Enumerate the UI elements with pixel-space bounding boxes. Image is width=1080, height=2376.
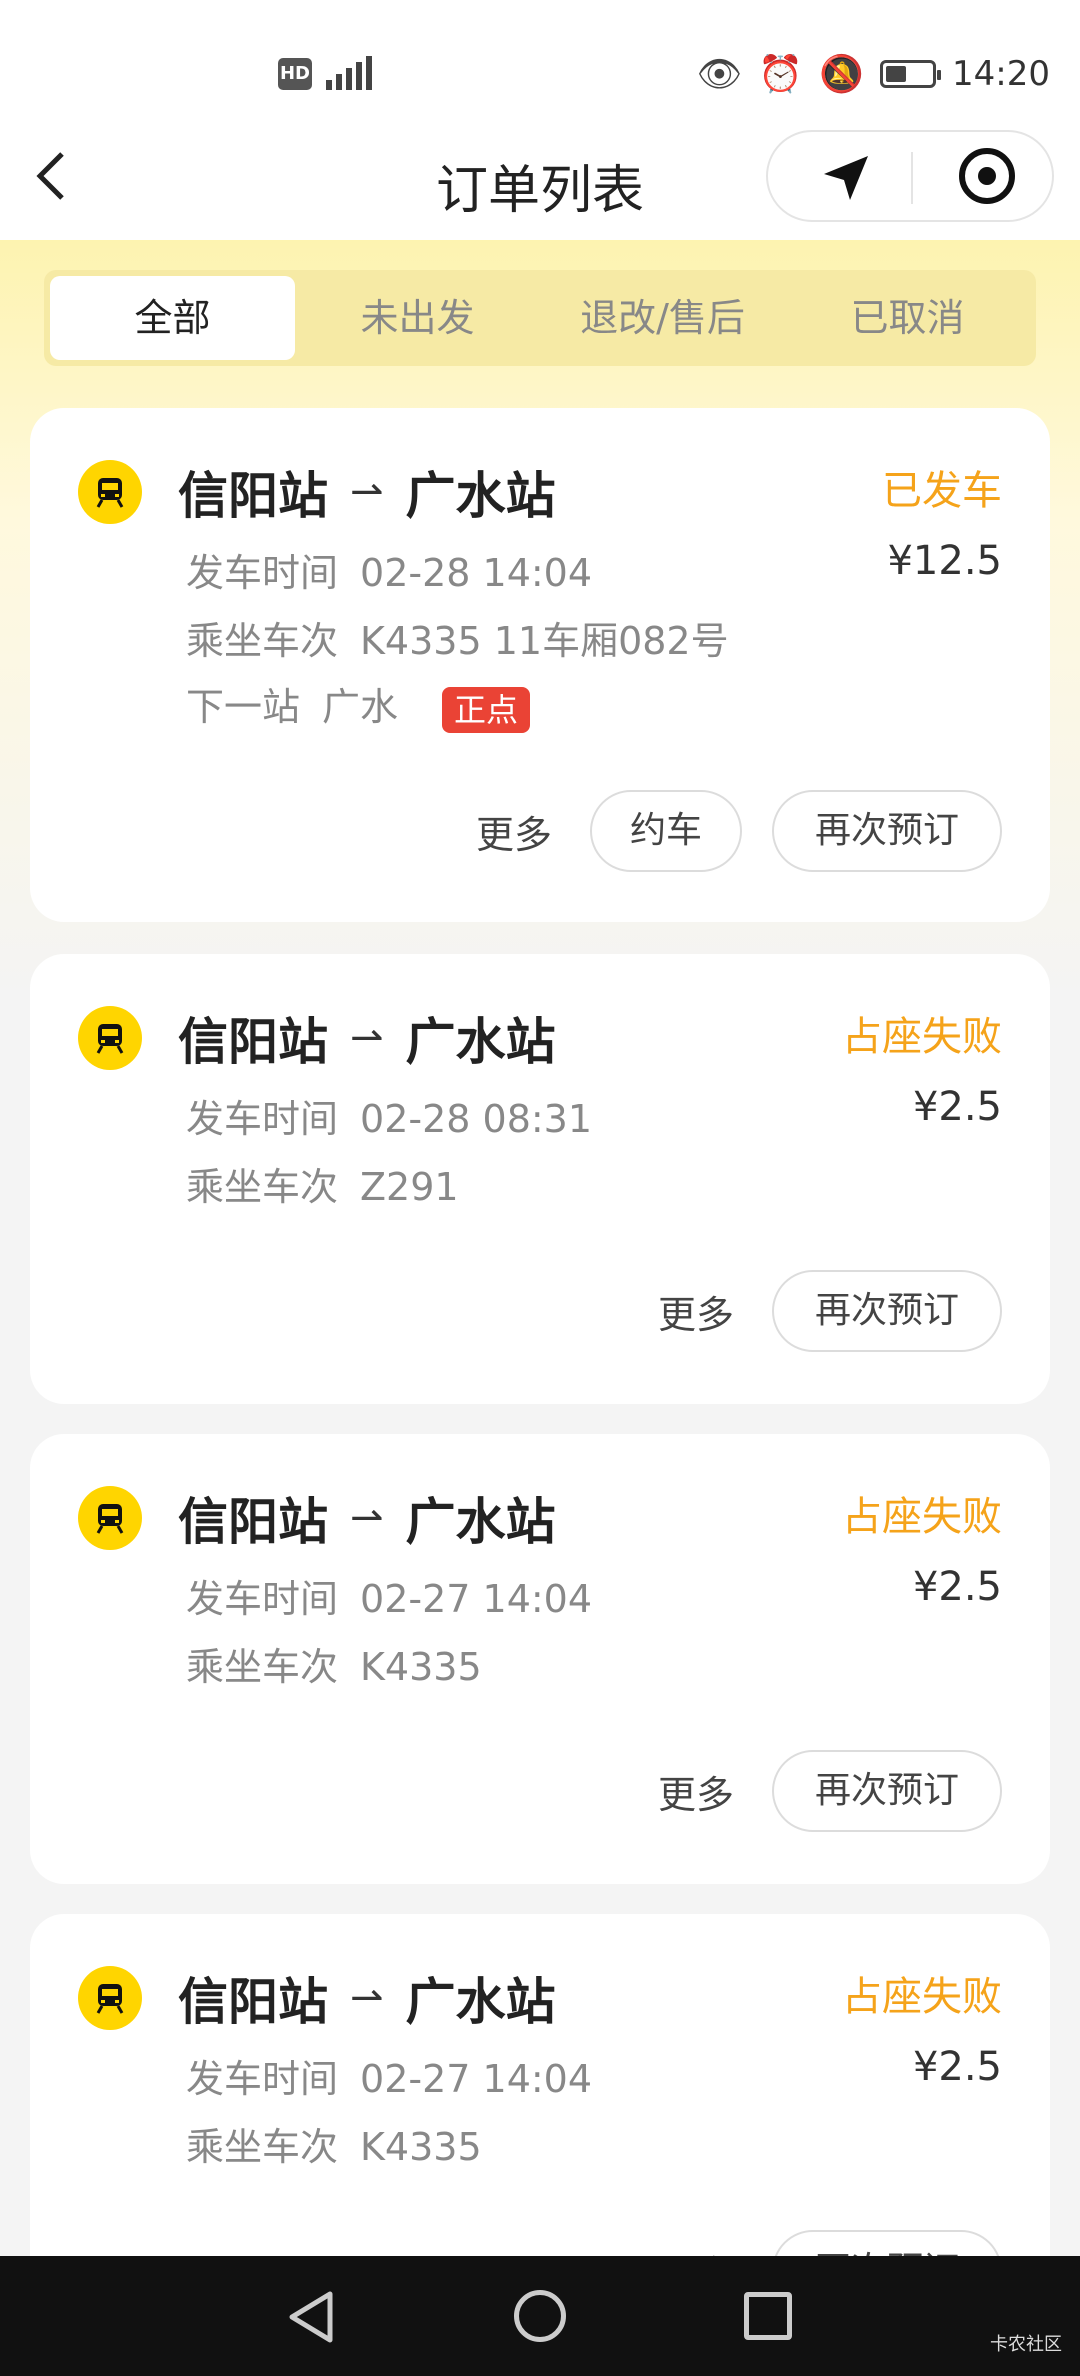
train-value: K4335 [360,2125,482,2169]
order-status: 已发车 [882,468,1002,514]
tab-refund-aftersale[interactable]: 退改/售后 [540,276,785,360]
battery-icon [880,60,942,88]
route: 信阳站 ⇀ 广水站 [178,1962,556,2034]
route: 信阳站 ⇀ 广水站 [178,456,556,528]
route-arrow-icon: ⇀ [350,1015,384,1061]
status-icons: 👁 ⏰ 🔕 14:20 [697,46,1050,102]
rebook-button[interactable]: 再次预订 [772,1750,1002,1832]
depart-time-row: 发车时间 02-28 14:04 [186,542,592,597]
to-station: 广水站 [405,1493,556,1551]
watermark: 卡农社区 [990,2334,1062,2355]
hd-icon: HD [278,58,312,90]
recents-square-icon[interactable] [744,2292,792,2340]
train-number-row: 乘坐车次 K4335 11车厢082号 [186,610,729,665]
order-status: 占座失败 [842,1014,1002,1060]
order-tabs: 全部 未出发 退改/售后 已取消 [44,270,1036,366]
route-arrow-icon: ⇀ [350,1975,384,2021]
train-icon [78,1966,142,2030]
train-number-row: 乘坐车次 K4335 [186,2116,482,2171]
depart-value: 02-28 14:04 [360,551,593,595]
next-station-row: 下一站 广水 正点 [186,676,531,733]
order-card[interactable]: 信阳站 ⇀ 广水站 已发车 ¥12.5 发车时间 02-28 14:04 乘坐车次… [30,408,1050,922]
record-icon[interactable] [959,148,1015,204]
depart-label: 发车时间 [186,1097,339,1141]
more-button[interactable]: 更多 [658,1284,734,1339]
train-number-row: 乘坐车次 Z291 [186,1156,459,1211]
route: 信阳站 ⇀ 广水站 [178,1482,556,1554]
order-price: ¥2.5 [912,1084,1002,1130]
depart-time-row: 发车时间 02-27 14:04 [186,2048,592,2103]
route-arrow-icon: ⇀ [350,1495,384,1541]
rebook-button[interactable]: 再次预订 [772,1270,1002,1352]
tab-all[interactable]: 全部 [50,276,295,360]
depart-time-row: 发车时间 02-27 14:04 [186,1568,592,1623]
tab-cancelled[interactable]: 已取消 [785,276,1030,360]
to-station: 广水站 [405,467,556,525]
navigation-arrow-icon[interactable] [820,152,872,204]
alarm-icon: ⏰ [758,54,804,95]
eye-icon: 👁 [696,54,743,95]
bell-off-icon: 🔕 [819,54,865,95]
train-label: 乘坐车次 [186,619,339,663]
train-icon [78,460,142,524]
train-icon [78,1006,142,1070]
nav-bar: 订单列表 [0,110,1080,240]
from-station: 信阳站 [178,1973,328,2031]
order-card[interactable]: 信阳站 ⇀ 广水站 占座失败 ¥2.5 发车时间 02-27 14:04 乘坐车次… [30,1434,1050,1884]
depart-value: 02-27 14:04 [360,1577,593,1621]
train-value: K4335 [360,1645,482,1689]
route-arrow-icon: ⇀ [350,469,384,515]
capsule-divider [911,152,913,204]
train-label: 乘坐车次 [186,2125,339,2169]
to-station: 广水站 [405,1973,556,2031]
train-value: K4335 11车厢082号 [360,619,729,663]
to-station: 广水站 [405,1013,556,1071]
order-price: ¥2.5 [912,2044,1002,2090]
next-value: 广水 [322,685,399,729]
depart-label: 发车时间 [186,551,339,595]
route: 信阳站 ⇀ 广水站 [178,1002,556,1074]
depart-label: 发车时间 [186,2057,339,2101]
status-time: 14:20 [952,54,1050,94]
depart-value: 02-27 14:04 [360,2057,593,2101]
order-price: ¥12.5 [887,538,1002,584]
book-car-button[interactable]: 约车 [590,790,742,872]
home-circle-icon[interactable] [514,2290,566,2342]
back-triangle-icon[interactable] [286,2290,336,2344]
depart-label: 发车时间 [186,1577,339,1621]
next-label: 下一站 [186,685,301,729]
order-card[interactable]: 信阳站 ⇀ 广水站 占座失败 ¥2.5 发车时间 02-28 08:31 乘坐车次… [30,954,1050,1404]
order-status: 占座失败 [842,1974,1002,2020]
train-label: 乘坐车次 [186,1165,339,1209]
train-number-row: 乘坐车次 K4335 [186,1636,482,1691]
rebook-button[interactable]: 再次预订 [772,790,1002,872]
train-icon [78,1486,142,1550]
train-label: 乘坐车次 [186,1645,339,1689]
from-station: 信阳站 [178,1493,328,1551]
signal-icon [326,54,372,90]
system-nav-bar [0,2256,1080,2376]
from-station: 信阳站 [178,1013,328,1071]
mini-program-capsule [766,130,1054,222]
on-time-badge: 正点 [442,686,531,733]
tab-not-departed[interactable]: 未出发 [295,276,540,360]
more-button[interactable]: 更多 [658,1764,734,1819]
from-station: 信阳站 [178,467,328,525]
depart-value: 02-28 08:31 [360,1097,593,1141]
order-price: ¥2.5 [912,1564,1002,1610]
more-button[interactable]: 更多 [476,804,552,859]
train-value: Z291 [360,1165,459,1209]
order-status: 占座失败 [842,1494,1002,1540]
depart-time-row: 发车时间 02-28 08:31 [186,1088,592,1143]
